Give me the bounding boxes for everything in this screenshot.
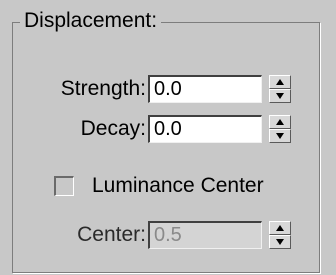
arrow-down-icon <box>276 93 284 99</box>
strength-spin-up-button[interactable] <box>269 75 291 89</box>
center-spin-down-button[interactable] <box>269 235 291 249</box>
strength-input[interactable]: 0.0 <box>148 75 262 103</box>
strength-spin-down-button[interactable] <box>269 89 291 103</box>
center-spin-up-button[interactable] <box>269 221 291 235</box>
arrow-up-icon <box>276 79 284 85</box>
group-title: Displacement: <box>20 8 162 34</box>
center-label: Center: <box>77 223 146 246</box>
luminance-center-checkbox[interactable] <box>54 176 74 196</box>
center-input[interactable]: 0.5 <box>148 221 262 249</box>
decay-spinner[interactable] <box>269 115 291 143</box>
arrow-up-icon <box>276 225 284 231</box>
luminance-center-label[interactable]: Luminance Center <box>92 172 264 200</box>
arrow-down-icon <box>276 133 284 139</box>
strength-spinner[interactable] <box>269 75 291 103</box>
decay-label: Decay: <box>80 117 146 140</box>
center-spinner[interactable] <box>269 221 291 249</box>
arrow-down-icon <box>276 239 284 245</box>
arrow-up-icon <box>276 119 284 125</box>
decay-spin-down-button[interactable] <box>269 129 291 143</box>
decay-spin-up-button[interactable] <box>269 115 291 129</box>
strength-label: Strength: <box>60 77 146 100</box>
decay-input[interactable]: 0.0 <box>148 115 262 143</box>
